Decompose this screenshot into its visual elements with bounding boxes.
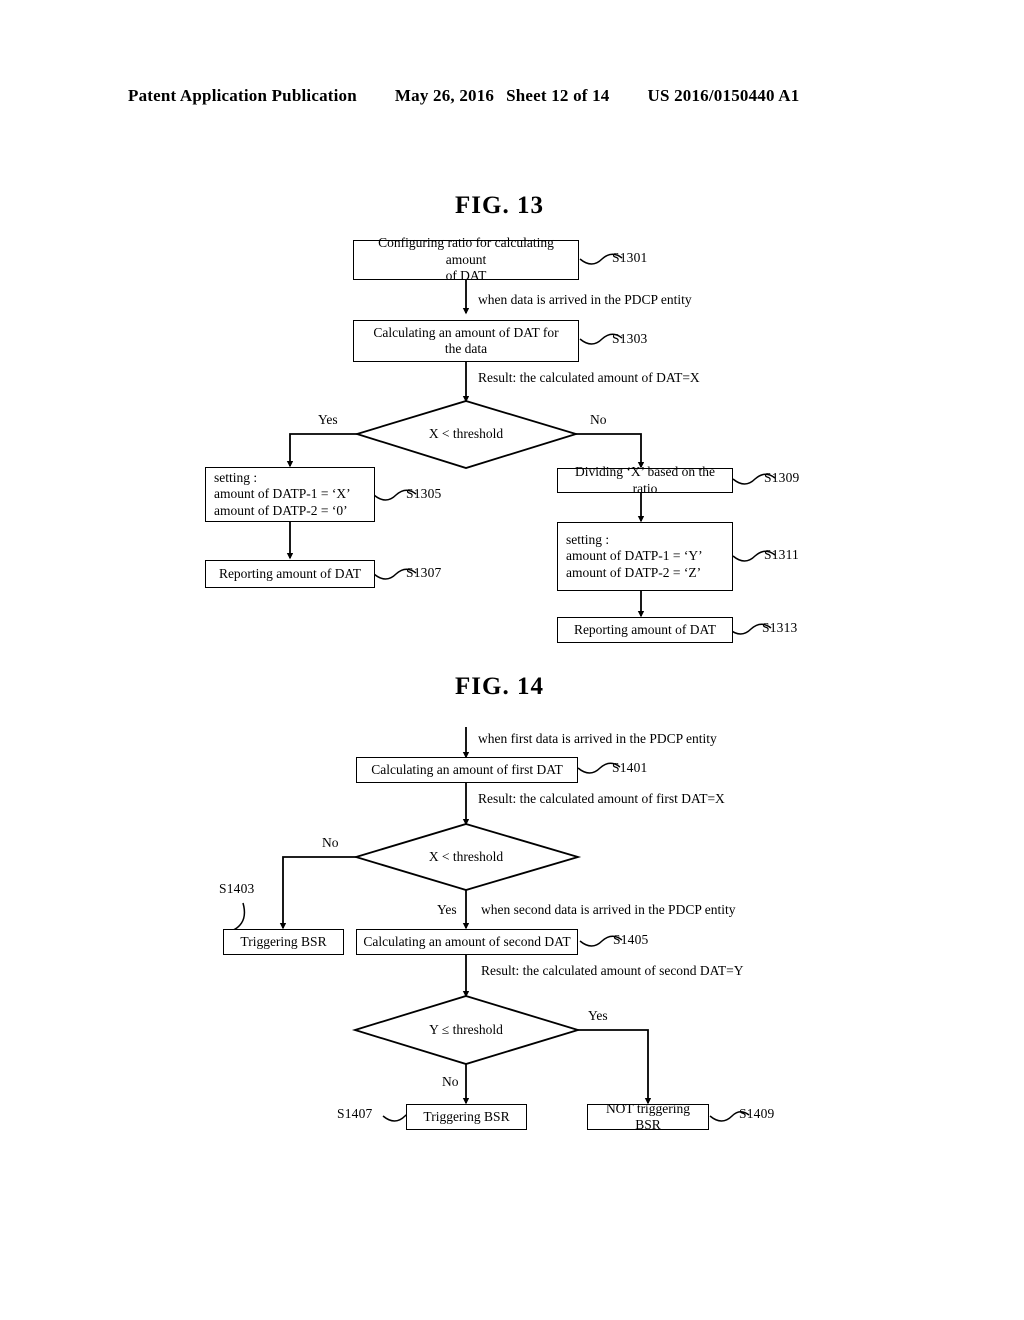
flow-box-s1313: Reporting amount of DAT: [557, 617, 733, 643]
flow-box-s1307: Reporting amount of DAT: [205, 560, 375, 588]
s1301-line1: Configuring ratio for calculating amount: [378, 235, 554, 267]
patent-drawing-page: Patent Application Publication May 26, 2…: [0, 0, 1024, 1320]
flow-box-s1311: setting : amount of DATP-1 = ‘Y’ amount …: [557, 522, 733, 591]
flow-box-s1409: NOT triggering BSR: [587, 1101, 709, 1132]
annotation-result-first-14: Result: the calculated amount of first D…: [478, 791, 725, 806]
s1409-line1: NOT triggering BSR: [605, 1100, 691, 1132]
step-ref-s1305: S1305: [406, 486, 442, 501]
s1303-line1: Calculating an amount of DAT for: [373, 324, 559, 340]
flow-box-s1305: setting : amount of DATP-1 = ‘X’ amount …: [205, 467, 375, 522]
step-ref-s1405: S1405: [613, 932, 649, 947]
branch-label-yes-14-first: Yes: [437, 902, 457, 917]
annotation-result-second-14: Result: the calculated amount of second …: [481, 963, 744, 978]
branch-label-no-13: No: [590, 412, 607, 427]
step-ref-s1303: S1303: [612, 331, 648, 346]
step-ref-s1307: S1307: [406, 565, 442, 580]
s1303-line2: the data: [444, 341, 488, 356]
flow-box-s1303: Calculating an amount of DAT for the dat…: [353, 320, 579, 362]
step-ref-s1311: S1311: [764, 547, 800, 562]
step-ref-s1407: S1407: [337, 1106, 373, 1121]
annotation-second-pdcp-arrival-14: when second data is arrived in the PDCP …: [481, 902, 736, 917]
annotation-first-pdcp-arrival-14: when first data is arrived in the PDCP e…: [478, 731, 717, 746]
s1305-line3: amount of DATP-2 = ‘0’: [214, 502, 348, 518]
annotation-pdcp-arrival-13: when data is arrived in the PDCP entity: [478, 292, 692, 307]
step-ref-s1301: S1301: [612, 250, 648, 265]
s1313-line1: Reporting amount of DAT: [573, 621, 717, 637]
figure-title-14: FIG. 14: [455, 673, 544, 700]
s1311-line2: amount of DATP-1 = ‘Y’: [566, 548, 703, 564]
step-ref-s1309: S1309: [764, 470, 800, 485]
step-ref-s1313: S1313: [762, 620, 798, 635]
s1309-line1: Dividing ‘X’ based on the ratio: [575, 464, 715, 496]
annotation-result-13: Result: the calculated amount of DAT=X: [478, 370, 700, 385]
flow-box-s1301: Configuring ratio for calculating amount…: [353, 235, 579, 283]
s1311-line3: amount of DATP-2 = ‘Z’: [566, 564, 702, 580]
s1305-line1: setting :: [214, 469, 258, 485]
flow-box-s1309: Dividing ‘X’ based on the ratio: [557, 464, 733, 496]
step-ref-s1401: S1401: [612, 760, 648, 775]
branch-label-no-14-second: No: [442, 1074, 459, 1089]
decision-label-x-threshold-14: X < threshold: [428, 849, 504, 864]
s1301-line2: of DAT: [445, 268, 487, 284]
step-ref-s1403: S1403: [219, 881, 255, 896]
s1407-line1: Triggering BSR: [423, 1108, 510, 1124]
flow-box-s1407: Triggering BSR: [406, 1104, 527, 1130]
step-ref-s1409: S1409: [739, 1106, 775, 1121]
s1405-line1: Calculating an amount of second DAT: [363, 933, 571, 949]
flow-box-s1401: Calculating an amount of first DAT: [356, 757, 578, 783]
s1403-line1: Triggering BSR: [240, 933, 327, 949]
decision-label-y-threshold-14: Y ≤ threshold: [429, 1022, 503, 1037]
figure-title-13: FIG. 13: [455, 192, 544, 219]
s1307-line1: Reporting amount of DAT: [218, 565, 362, 581]
flow-box-s1403: Triggering BSR: [223, 929, 344, 955]
branch-label-yes-14-second: Yes: [588, 1008, 608, 1023]
s1305-line2: amount of DATP-1 = ‘X’: [214, 486, 351, 502]
decision-label-x-threshold-13: X < threshold: [428, 426, 504, 441]
branch-label-yes-13: Yes: [318, 412, 338, 427]
s1311-line1: setting :: [566, 531, 610, 547]
flow-box-s1405: Calculating an amount of second DAT: [356, 929, 578, 955]
s1401-line1: Calculating an amount of first DAT: [371, 761, 563, 777]
branch-label-no-14-first: No: [322, 835, 339, 850]
